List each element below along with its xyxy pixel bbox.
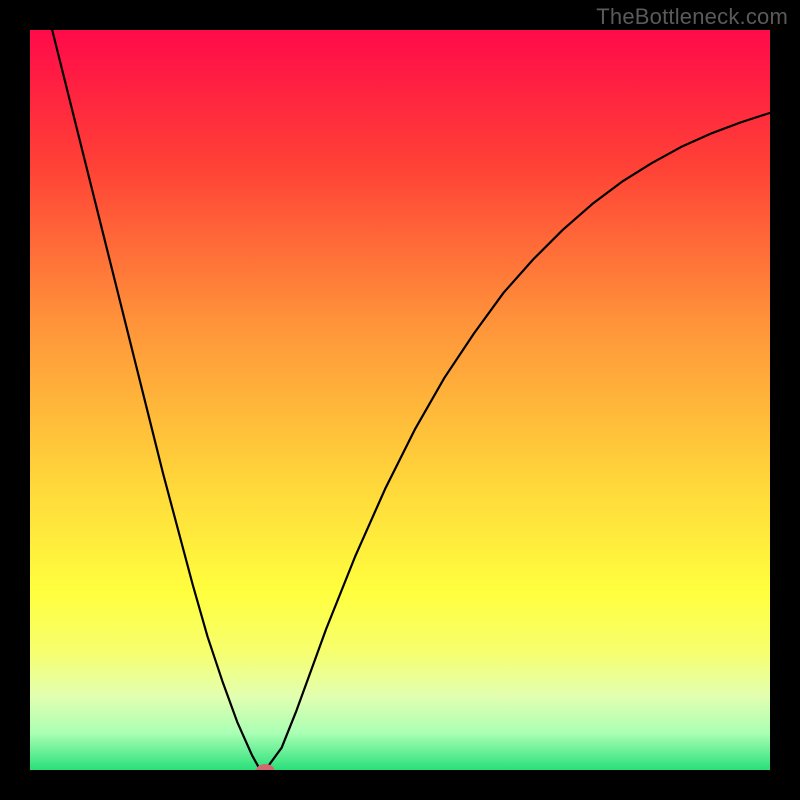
minimum-marker	[256, 764, 274, 776]
chart-background-gradient	[30, 30, 770, 770]
watermark-text: TheBottleneck.com	[596, 4, 788, 30]
chart-container: TheBottleneck.com	[0, 0, 800, 800]
chart-svg	[0, 0, 800, 800]
